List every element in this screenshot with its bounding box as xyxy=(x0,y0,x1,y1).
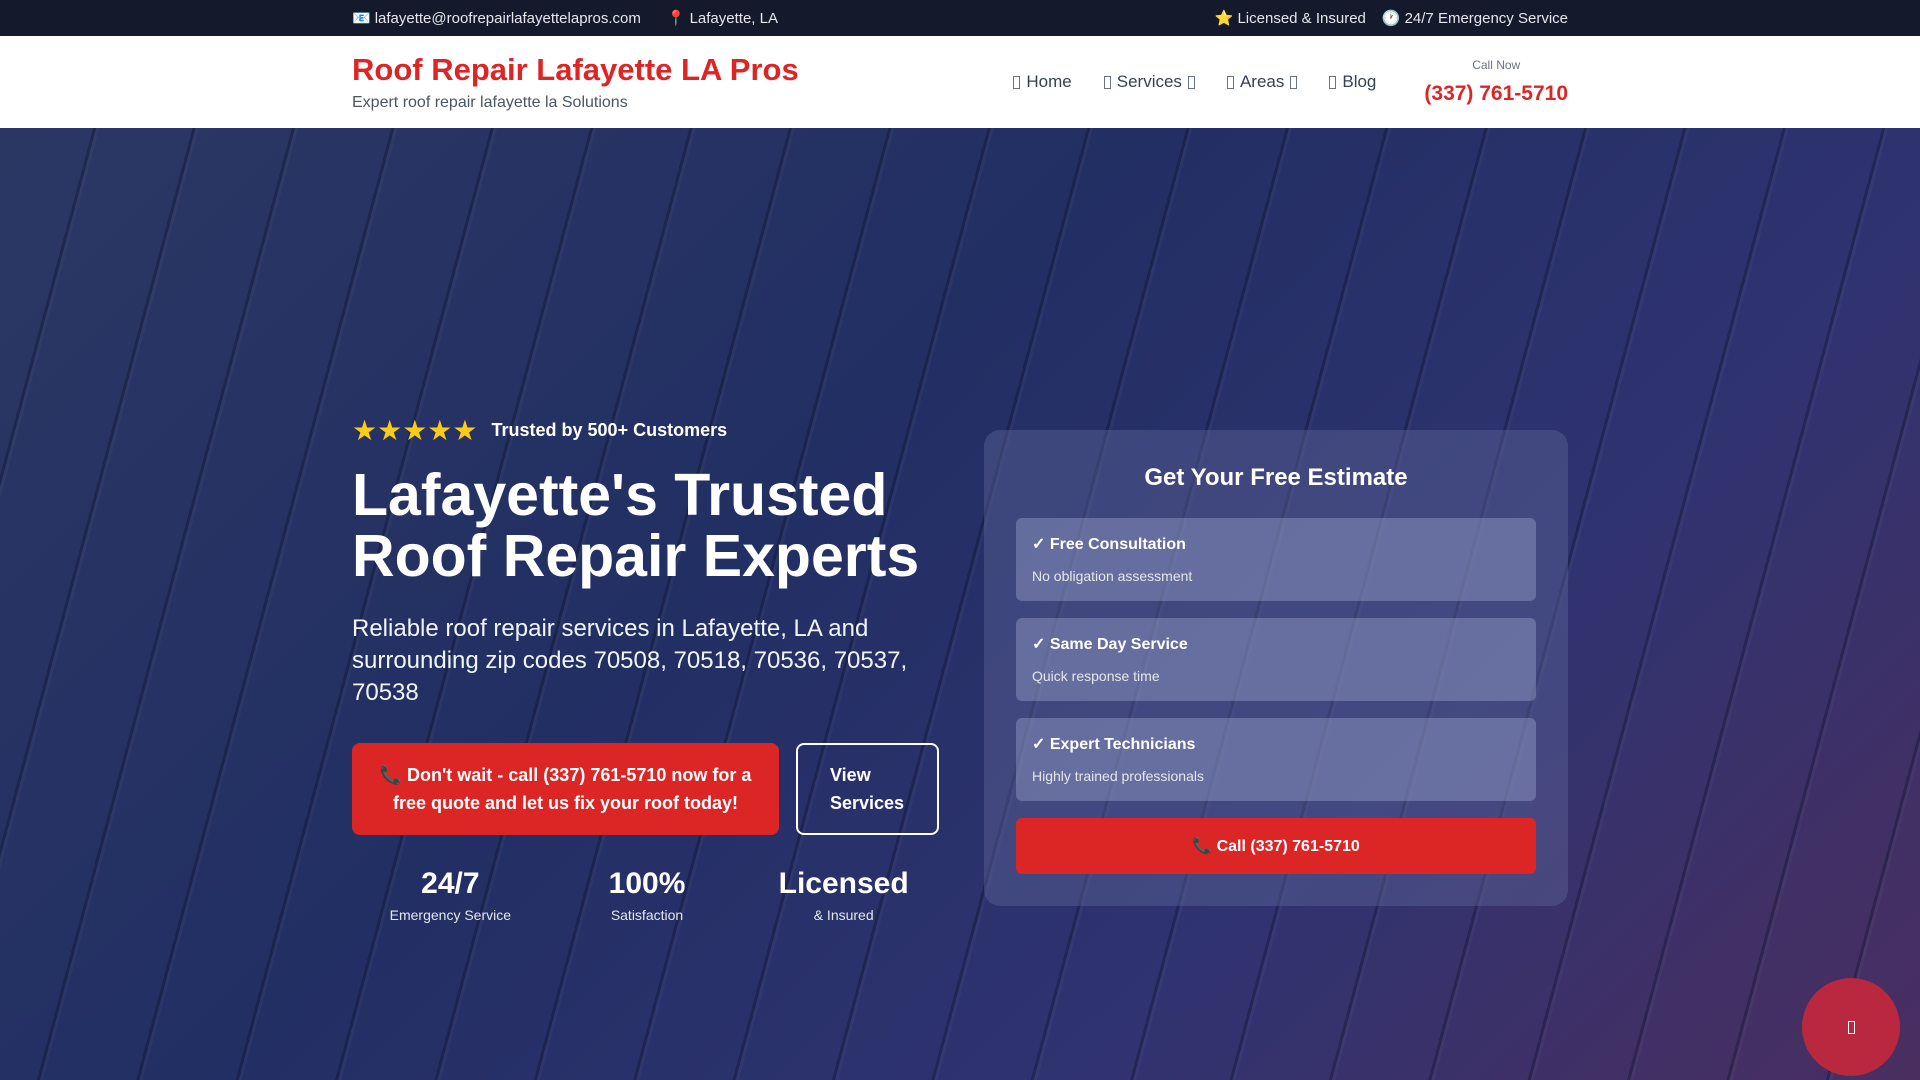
feature-subtitle: No obligation assessment xyxy=(1032,568,1193,584)
feature-item: ✓ Expert Technicians Highly trained profe… xyxy=(1016,718,1536,801)
stats: 24/7 Emergency Service 100% Satisfaction L… xyxy=(352,867,942,923)
email-text[interactable]: lafayette@roofrepairlafayettelapros.com xyxy=(375,10,641,27)
trusted-text: Trusted by 500+ Customers xyxy=(491,420,728,440)
licensed-text: Licensed & Insured xyxy=(1237,10,1366,27)
feature-title: ✓ Same Day Service xyxy=(1032,636,1188,653)
location-text: Lafayette, LA xyxy=(689,10,778,27)
site-header: Roof Repair Lafayette LA Pros Expert roo… xyxy=(0,36,1920,128)
phone-icon xyxy=(1847,1020,1855,1034)
estimate-title: Get Your Free Estimate xyxy=(1144,464,1408,491)
estimate-call-button[interactable]: 📞 Call (337) 761-5710 xyxy=(1016,818,1536,874)
email-contact[interactable]: 📧 lafayette@roofrepairlafayettelapros.com xyxy=(352,9,641,27)
nav-label: Blog xyxy=(1342,72,1377,91)
licensed-badge: ⭐ Licensed & Insured xyxy=(1215,9,1366,27)
nav-services[interactable]: Services xyxy=(1103,72,1195,92)
emergency-badge: 🕐 24/7 Emergency Service xyxy=(1382,9,1568,27)
nav-areas[interactable]: Areas xyxy=(1226,72,1298,92)
hero-content: ★★★★★ Trusted by 500+ Customers Lafayette… xyxy=(352,414,942,923)
main-nav: Home Services Areas Blog Call Now (337) … xyxy=(1013,58,1568,106)
site-title[interactable]: Roof Repair Lafayette LA Pros xyxy=(352,52,799,88)
stat-item: Licensed & Insured xyxy=(745,867,942,923)
header-phone-link[interactable]: (337) 761-5710 xyxy=(1424,82,1568,106)
location: 📍 Lafayette, LA xyxy=(667,9,778,27)
nav-label: Services xyxy=(1116,72,1182,91)
feature-title: ✓ Free Consultation xyxy=(1032,536,1186,553)
hero-headline: Lafayette's Trusted Roof Repair Experts xyxy=(352,462,920,589)
feature-title: ✓ Expert Technicians xyxy=(1032,736,1196,753)
pin-icon: 📍 xyxy=(666,10,686,27)
view-services-button[interactable]: View Services xyxy=(796,743,939,835)
stat-value: Licensed xyxy=(778,867,909,900)
chevron-down-icon xyxy=(1290,75,1298,89)
stat-value: 24/7 xyxy=(421,867,480,900)
nav-label: Home xyxy=(1026,72,1072,91)
feature-subtitle: Highly trained professionals xyxy=(1032,768,1204,784)
stat-item: 100% Satisfaction xyxy=(549,867,746,923)
estimate-card: Get Your Free Estimate ✓ Free Consultati… xyxy=(984,430,1568,906)
clock-icon: 🕐 xyxy=(1381,10,1401,27)
tools-icon xyxy=(1103,75,1111,89)
blog-icon xyxy=(1329,75,1337,89)
call-cta-button[interactable]: 📞 Don't wait - call (337) 761-5710 now f… xyxy=(352,743,779,835)
brand[interactable]: Roof Repair Lafayette LA Pros Expert roo… xyxy=(352,52,799,112)
stat-label: Emergency Service xyxy=(389,907,512,923)
feature-subtitle: Quick response time xyxy=(1032,668,1160,684)
top-bar: 📧 lafayette@roofrepairlafayettelapros.com… xyxy=(0,0,1920,36)
rating: ★★★★★ Trusted by 500+ Customers xyxy=(352,414,942,447)
site-subtitle: Expert roof repair lafayette la Solution… xyxy=(352,94,628,111)
feature-item: ✓ Free Consultation No obligation assessm… xyxy=(1016,518,1536,601)
hero-description: Reliable roof repair services in Lafayet… xyxy=(352,615,908,706)
call-now-label: Call Now xyxy=(1472,58,1521,72)
feature-item: ✓ Same Day Service Quick response time xyxy=(1016,618,1536,701)
email-icon: 📧 xyxy=(352,10,371,27)
nav-label: Areas xyxy=(1239,72,1285,91)
stat-item: 24/7 Emergency Service xyxy=(352,867,549,923)
call-now[interactable]: Call Now (337) 761-5710 xyxy=(1424,58,1568,106)
emergency-text: 24/7 Emergency Service xyxy=(1404,10,1568,27)
five-stars-icon: ★★★★★ xyxy=(352,415,478,446)
floating-action-button[interactable] xyxy=(1802,978,1900,1076)
home-icon xyxy=(1013,75,1021,89)
stat-value: 100% xyxy=(608,867,686,900)
stat-label: Satisfaction xyxy=(610,907,684,923)
nav-home[interactable]: Home xyxy=(1013,72,1072,92)
stat-label: & Insured xyxy=(813,907,874,923)
chevron-down-icon xyxy=(1187,75,1195,89)
hero-section: ★★★★★ Trusted by 500+ Customers Lafayette… xyxy=(0,128,1920,1080)
star-icon: ⭐ xyxy=(1214,10,1234,27)
map-icon xyxy=(1226,75,1234,89)
nav-blog[interactable]: Blog xyxy=(1329,72,1376,92)
